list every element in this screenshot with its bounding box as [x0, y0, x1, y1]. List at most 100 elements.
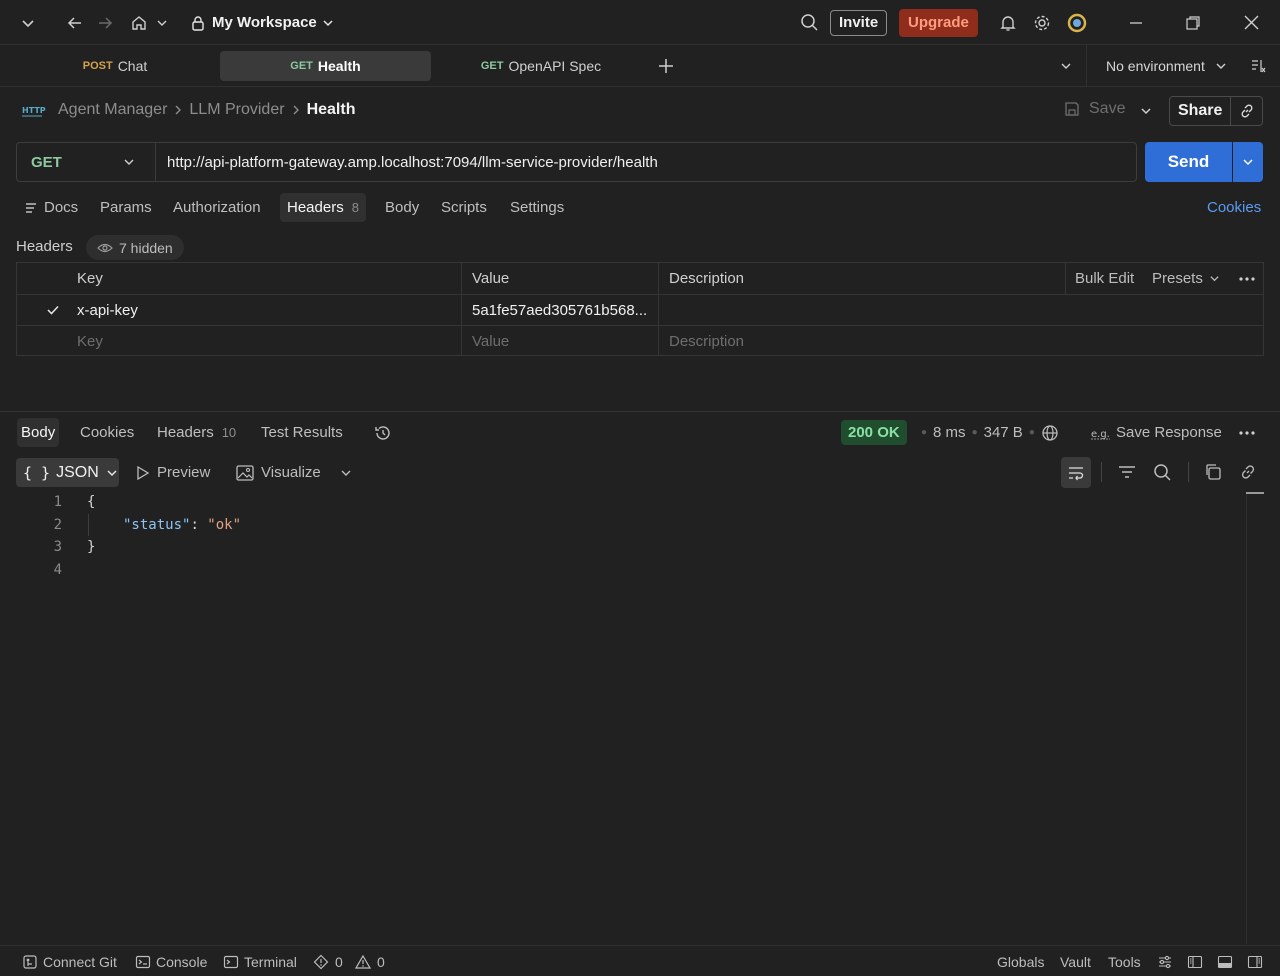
response-tab-body[interactable]: Body [17, 418, 60, 447]
response-tab-test-results[interactable]: Test Results [257, 418, 347, 447]
workspace-switcher[interactable]: My Workspace [190, 0, 334, 45]
play-icon [136, 465, 150, 481]
tab-body[interactable]: Body [378, 193, 426, 222]
header-value-cell[interactable]: 5a1fe57aed305761b568... [472, 295, 647, 325]
link-icon[interactable] [1231, 103, 1262, 119]
errors-indicator[interactable]: 0 [313, 946, 343, 976]
visualize-button[interactable]: Visualize [236, 458, 321, 487]
save-response-button[interactable]: e.g. Save Response [1091, 420, 1222, 445]
home-icon[interactable] [130, 0, 148, 45]
json-value: "ok" [207, 517, 242, 533]
tab-label: OpenAPI Spec [508, 58, 602, 74]
gear-icon[interactable] [1033, 0, 1051, 45]
response-tab-cookies[interactable]: Cookies [76, 418, 138, 447]
invite-button[interactable]: Invite [830, 9, 888, 36]
layout-left-pane-icon[interactable] [1187, 946, 1203, 976]
globals-button[interactable]: Globals [997, 946, 1044, 976]
search-icon[interactable] [800, 0, 819, 45]
tab-list-chevron-icon[interactable] [1054, 51, 1078, 81]
checkmark-icon [46, 303, 60, 317]
example-icon: e.g. [1091, 426, 1110, 440]
hidden-headers-toggle[interactable]: 7 hidden [86, 235, 184, 260]
terminal-button[interactable]: Terminal [223, 946, 297, 976]
copy-icon[interactable] [1204, 463, 1222, 481]
format-select[interactable]: { } JSON [16, 458, 119, 487]
tab-settings[interactable]: Settings [503, 193, 571, 222]
tab-openapi-spec[interactable]: GET OpenAPI Spec [436, 51, 646, 81]
save-button[interactable]: Save [1063, 100, 1125, 118]
response-size[interactable]: 347 B [984, 424, 1023, 441]
share-button[interactable]: Share [1170, 97, 1232, 125]
tools-button[interactable]: Tools [1108, 946, 1141, 976]
cookies-link[interactable]: Cookies [1200, 193, 1268, 222]
home-menu-chevron-icon[interactable] [156, 0, 168, 45]
minimize-icon[interactable] [1127, 0, 1145, 45]
meta-separator: ● [1028, 427, 1035, 438]
environment-quick-look-icon[interactable] [1246, 51, 1270, 81]
restore-icon[interactable] [1185, 0, 1201, 45]
response-more-options-icon[interactable] [1238, 420, 1256, 445]
connect-git-button[interactable]: Connect Git [22, 946, 117, 976]
line-number: 2 [53, 517, 62, 533]
response-time[interactable]: 8 ms [933, 424, 966, 441]
bell-icon[interactable] [999, 0, 1017, 45]
json-close-brace: } [87, 539, 96, 555]
tab-chat[interactable]: POST Chat [20, 51, 210, 81]
save-options-chevron-icon[interactable] [1139, 104, 1153, 118]
search-response-icon[interactable] [1153, 463, 1172, 482]
tab-method: POST [82, 60, 113, 72]
tab-headers[interactable]: Headers 8 [280, 193, 366, 222]
tab-docs[interactable]: Docs [17, 193, 85, 222]
send-options-chevron-icon[interactable] [1233, 142, 1263, 182]
forward-arrow-icon[interactable] [96, 0, 114, 45]
git-icon [22, 954, 38, 970]
presets-dropdown[interactable]: Presets [1152, 263, 1220, 294]
new-key-input[interactable]: Key [77, 326, 103, 356]
sliders-icon[interactable] [1157, 946, 1173, 976]
warnings-indicator[interactable]: 0 [355, 946, 385, 976]
tab-authorization[interactable]: Authorization [166, 193, 268, 222]
http-request-icon: HTTP [20, 100, 46, 120]
vault-button[interactable]: Vault [1060, 946, 1091, 976]
more-options-icon[interactable] [1238, 263, 1256, 294]
wrap-lines-icon[interactable] [1061, 457, 1091, 488]
layout-bottom-pane-icon[interactable] [1217, 946, 1233, 976]
save-label: Save [1089, 100, 1126, 117]
tab-params[interactable]: Params [93, 193, 159, 222]
header-key-cell[interactable]: x-api-key [77, 295, 138, 325]
upgrade-button[interactable]: Upgrade [899, 8, 978, 37]
breadcrumb-item-llm-provider[interactable]: LLM Provider [189, 101, 284, 119]
preview-button[interactable]: Preview [136, 458, 210, 487]
url-input[interactable]: http://api-platform-gateway.amp.localhos… [155, 142, 1137, 182]
bulk-edit-button[interactable]: Bulk Edit [1075, 263, 1134, 294]
app-menu-icon[interactable] [20, 0, 36, 45]
send-button[interactable]: Send [1145, 142, 1232, 182]
environment-select[interactable]: No environment [1086, 45, 1240, 87]
close-icon[interactable] [1243, 0, 1260, 45]
globe-icon[interactable] [1041, 424, 1059, 442]
layout-right-pane-icon[interactable] [1247, 946, 1263, 976]
pane-divider[interactable] [0, 411, 1280, 412]
scrollbar-thumb[interactable] [1246, 492, 1264, 494]
new-value-input[interactable]: Value [472, 326, 509, 356]
console-button[interactable]: Console [135, 946, 207, 976]
status-badge[interactable]: 200 OK [841, 420, 907, 445]
json-line-status[interactable]: "status": "ok" [123, 517, 241, 533]
filter-icon[interactable] [1117, 463, 1137, 481]
tab-scripts[interactable]: Scripts [434, 193, 494, 222]
response-tab-headers[interactable]: Headers 10 [153, 418, 240, 447]
headers-title: Headers [16, 238, 73, 255]
avatar[interactable] [1067, 0, 1087, 45]
copy-link-icon[interactable] [1239, 463, 1257, 481]
back-arrow-icon[interactable] [66, 0, 84, 45]
breadcrumb-item-agent-manager[interactable]: Agent Manager [58, 101, 167, 119]
tab-health[interactable]: GET Health [220, 51, 431, 81]
history-icon[interactable] [369, 418, 397, 447]
scrollbar-track[interactable] [1246, 492, 1247, 944]
visualize-options-chevron-icon[interactable] [340, 458, 352, 487]
row-checkbox[interactable] [46, 295, 60, 325]
method-select[interactable]: GET [16, 142, 155, 182]
new-tab-plus-icon[interactable] [652, 51, 680, 81]
json-key: "status" [123, 517, 191, 533]
new-description-input[interactable]: Description [669, 326, 744, 356]
